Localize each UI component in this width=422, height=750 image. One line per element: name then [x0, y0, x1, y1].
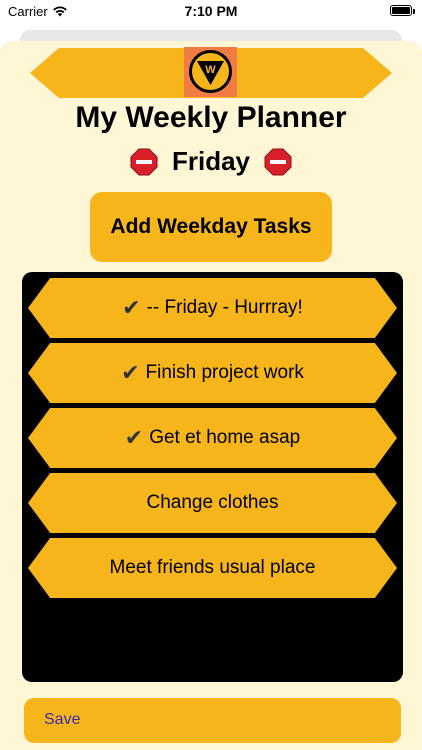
- battery-tip: [413, 9, 415, 14]
- task-label: -- Friday - Hurrray!: [146, 297, 303, 318]
- save-label: Save: [44, 711, 81, 728]
- task-item[interactable]: Meet friends usual place: [28, 538, 397, 598]
- logo-icon: W: [189, 50, 232, 93]
- task-item[interactable]: ✔ Get et home asap: [28, 408, 397, 468]
- task-item[interactable]: ✔ -- Friday - Hurrray!: [28, 278, 397, 338]
- day-label: Friday: [171, 146, 251, 176]
- battery-icon: [390, 5, 412, 16]
- checkmark-icon: ✔: [124, 425, 144, 450]
- task-label: Finish project work: [145, 362, 304, 383]
- task-list: ✔ -- Friday - Hurrray! ✔ Finish project …: [22, 272, 403, 682]
- stop-sign-icon: [264, 148, 292, 175]
- logo-letter: W: [205, 64, 216, 76]
- page-title: My Weekly Planner: [75, 101, 347, 134]
- task-item[interactable]: Change clothes: [28, 473, 397, 533]
- add-weekday-tasks-button[interactable]: Add Weekday Tasks: [90, 192, 332, 262]
- task-label: Meet friends usual place: [109, 557, 316, 578]
- task-item[interactable]: ✔ Finish project work: [28, 343, 397, 403]
- day-row: Friday: [0, 146, 422, 177]
- checkmark-icon: ✔: [121, 360, 140, 385]
- stop-sign-icon: [130, 148, 158, 175]
- checkmark-icon: ✔: [122, 295, 141, 320]
- task-label: Change clothes: [146, 492, 279, 513]
- status-time: 7:10 PM: [184, 3, 238, 19]
- task-label: Get et home asap: [149, 427, 301, 448]
- status-bar: Carrier 7:10 PM: [0, 0, 422, 26]
- save-button[interactable]: Save: [24, 698, 401, 743]
